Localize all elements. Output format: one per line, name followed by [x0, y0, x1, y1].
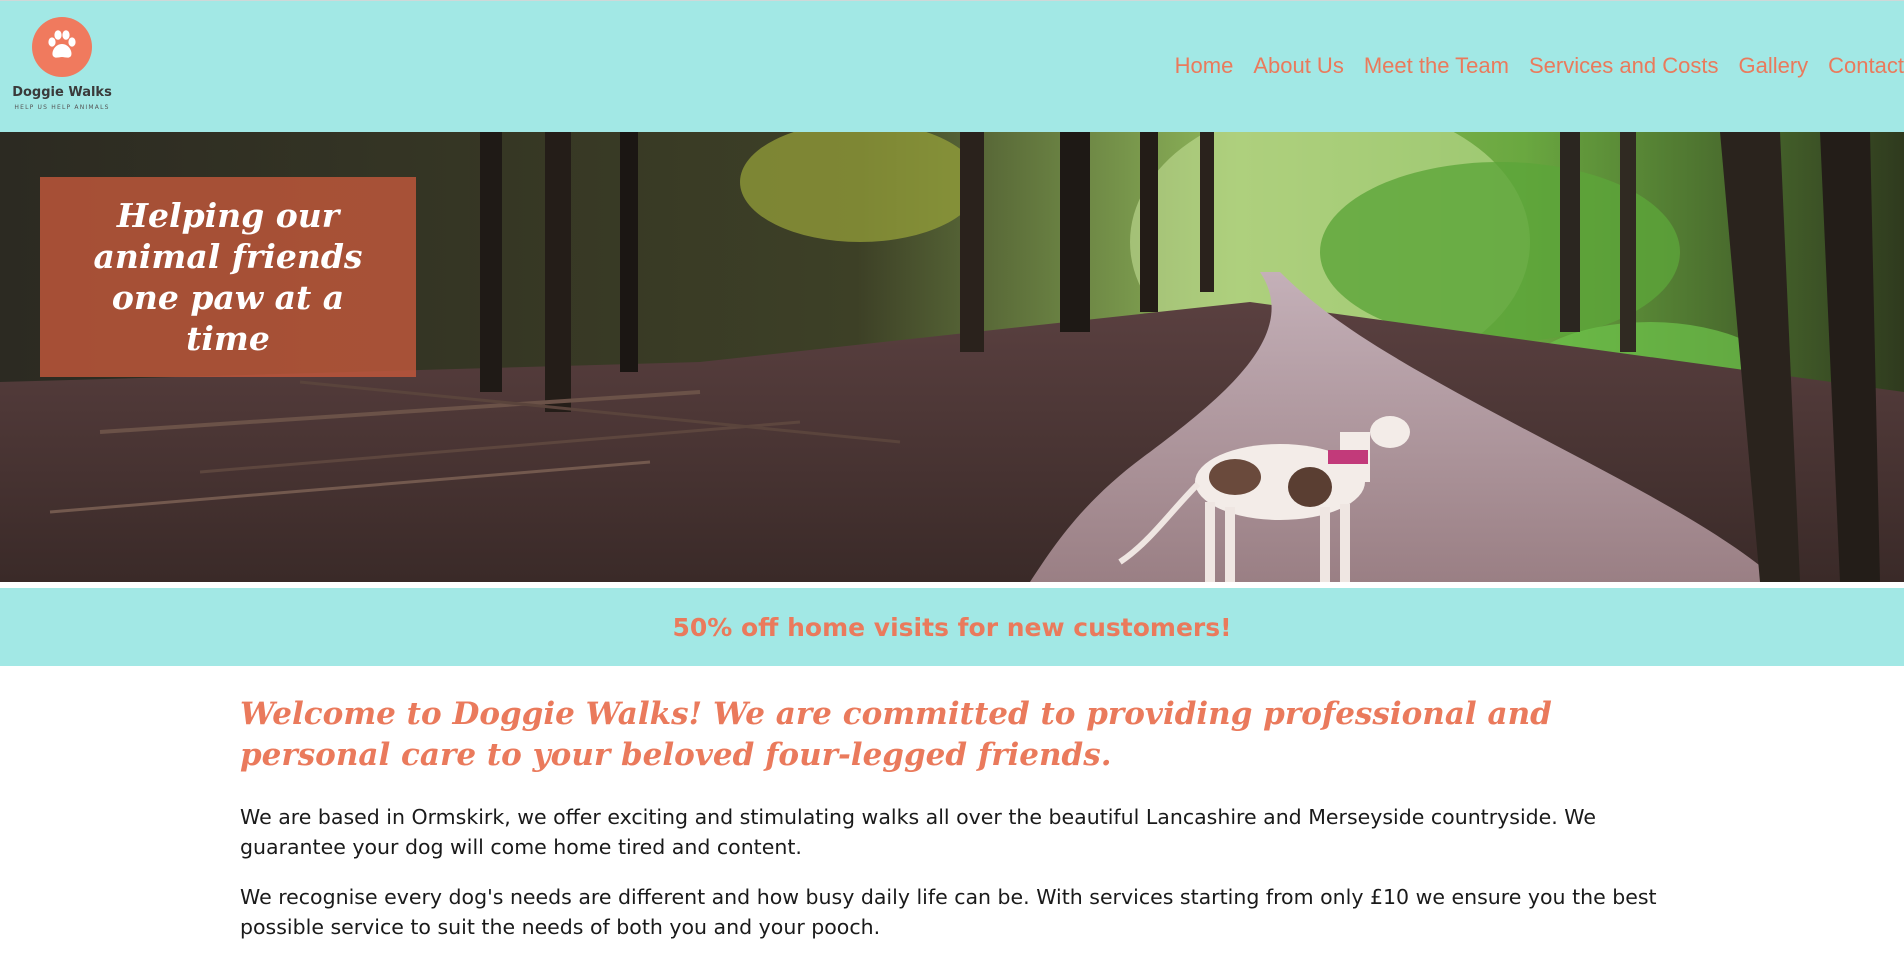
- site-header: Doggie Walks HELP US HELP ANIMALS Home A…: [0, 0, 1904, 132]
- promo-text: 50% off home visits for new customers!: [672, 612, 1232, 642]
- nav-item-about-us[interactable]: About Us: [1253, 53, 1344, 79]
- nav-item-gallery[interactable]: Gallery: [1738, 53, 1808, 79]
- nav-item-contact[interactable]: Contact: [1828, 53, 1904, 79]
- nav-item-services-and-costs[interactable]: Services and Costs: [1529, 53, 1719, 79]
- services-paragraph: We recognise every dog's needs are diffe…: [240, 885, 1657, 939]
- intro-paragraph: We are based in Ormskirk, we offer excit…: [240, 805, 1596, 859]
- hero-banner: Helping our animal friends one paw at a …: [0, 132, 1904, 582]
- logo[interactable]: Doggie Walks HELP US HELP ANIMALS: [8, 15, 116, 119]
- hero-headline-box: Helping our animal friends one paw at a …: [40, 177, 416, 377]
- nav-item-home[interactable]: Home: [1175, 53, 1234, 79]
- logo-title: Doggie Walks: [12, 85, 112, 100]
- hero-headline: Helping our animal friends one paw at a …: [93, 196, 363, 358]
- nav-item-meet-the-team[interactable]: Meet the Team: [1364, 53, 1509, 79]
- main-content: Welcome to Doggie Walks! We are committe…: [240, 694, 1670, 960]
- welcome-heading: Welcome to Doggie Walks! We are committe…: [240, 696, 1552, 773]
- paw-icon: [48, 30, 76, 58]
- logo-badge: [32, 17, 92, 77]
- logo-tagline: HELP US HELP ANIMALS: [14, 104, 110, 111]
- main-nav: Home About Us Meet the Team Services and…: [1175, 53, 1904, 79]
- promo-banner: 50% off home visits for new customers!: [0, 588, 1904, 666]
